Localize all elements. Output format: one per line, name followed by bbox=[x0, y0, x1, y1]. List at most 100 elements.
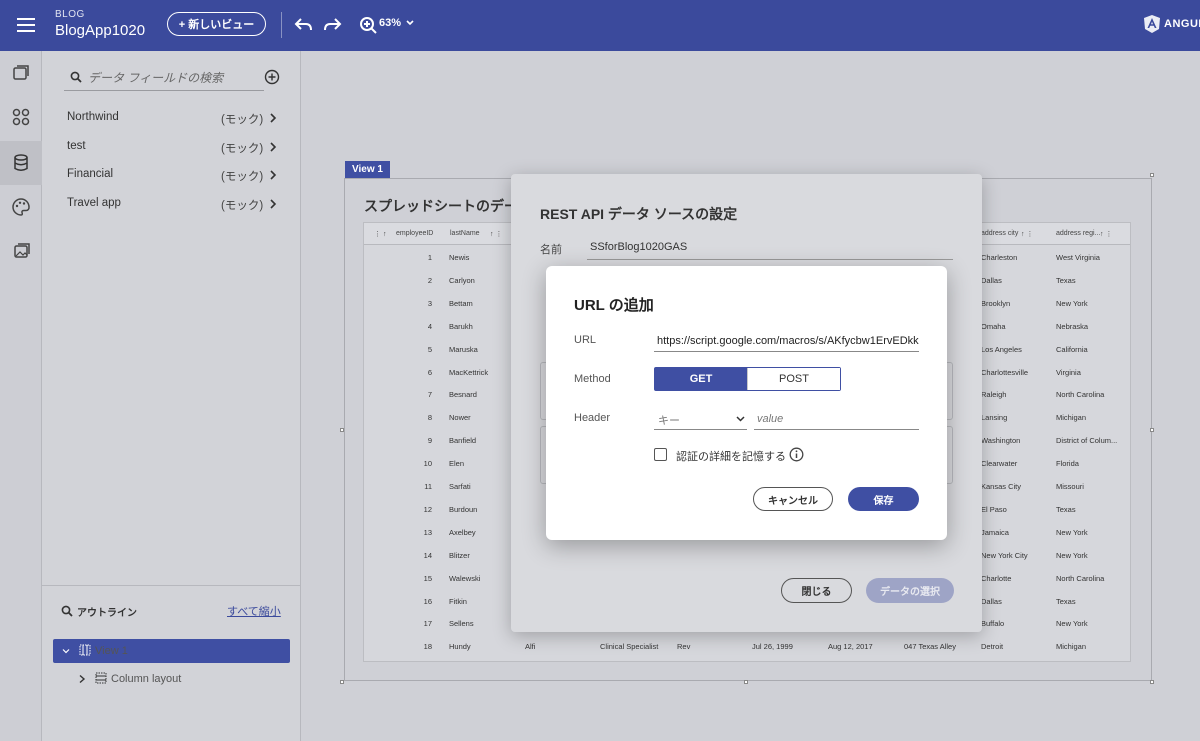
cancel-button[interactable]: キャンセル bbox=[753, 487, 833, 511]
url-label: URL bbox=[574, 334, 597, 346]
menu-icon[interactable] bbox=[17, 14, 35, 36]
column-header[interactable]: lastName bbox=[450, 230, 480, 237]
sort-icon[interactable]: ↑ ⋮ bbox=[1100, 230, 1112, 238]
tree-item-view-1[interactable]: View 1 bbox=[53, 639, 290, 663]
table-cell: 2 bbox=[427, 275, 432, 285]
table-cell: 11 bbox=[424, 482, 432, 491]
data-source-northwind[interactable]: Northwind (モック) bbox=[67, 107, 282, 129]
table-cell: Buffalo bbox=[981, 619, 1005, 629]
search-icon bbox=[61, 605, 73, 617]
data-source-name: Northwind bbox=[67, 111, 119, 123]
table-cell: Charlottesville bbox=[981, 367, 1029, 377]
data-source-financial[interactable]: Financial (モック) bbox=[67, 164, 282, 186]
framework-label: ANGULA bbox=[1164, 18, 1200, 30]
table-cell: Newis bbox=[449, 253, 470, 262]
sort-icon[interactable]: ↑ ⋮ bbox=[490, 230, 502, 238]
resize-handle[interactable] bbox=[1150, 428, 1154, 432]
close-button[interactable]: 閉じる bbox=[781, 578, 852, 603]
table-cell: Nower bbox=[449, 413, 471, 423]
data-source-name: Travel app bbox=[67, 197, 121, 209]
redo-icon[interactable] bbox=[321, 14, 343, 36]
resize-handle[interactable] bbox=[1150, 680, 1154, 684]
chevron-right-icon[interactable] bbox=[78, 674, 86, 684]
method-label: Method bbox=[574, 373, 611, 385]
undo-icon[interactable] bbox=[293, 14, 315, 36]
rail-theme[interactable] bbox=[0, 185, 42, 229]
table-cell: Florida bbox=[1056, 459, 1079, 469]
remember-credentials-checkbox[interactable] bbox=[654, 448, 667, 461]
data-source-test[interactable]: test (モック) bbox=[67, 136, 282, 158]
tree-item-column-layout[interactable]: Column layout bbox=[78, 668, 278, 690]
table-cell: 17 bbox=[423, 619, 432, 629]
chevron-down-icon[interactable] bbox=[405, 18, 415, 28]
add-data-source-icon[interactable] bbox=[264, 69, 280, 85]
table-cell: Maruska bbox=[449, 344, 478, 354]
header-key-select[interactable]: キー bbox=[654, 408, 747, 430]
table-cell: North Carolina bbox=[1056, 573, 1105, 583]
method-get-button[interactable]: GET bbox=[655, 368, 747, 390]
column-layout-icon bbox=[95, 672, 107, 684]
column-header[interactable]: address regi... bbox=[1056, 230, 1100, 237]
table-cell: 1 bbox=[427, 253, 432, 262]
dialog-title: REST API データ ソースの設定 bbox=[540, 206, 738, 222]
column-header[interactable]: address city bbox=[981, 230, 1018, 237]
method-post-button[interactable]: POST bbox=[747, 368, 840, 390]
name-input[interactable]: SSforBlog1020GAS bbox=[590, 241, 687, 253]
table-cell: 12 bbox=[423, 504, 432, 514]
data-source-name: test bbox=[67, 140, 86, 152]
resize-handle[interactable] bbox=[340, 680, 344, 684]
table-cell: Lansing bbox=[981, 413, 1008, 423]
name-input-underline bbox=[587, 259, 953, 260]
view-tag[interactable]: View 1 bbox=[345, 161, 390, 178]
table-cell: 9 bbox=[427, 436, 432, 446]
select-data-button[interactable]: データの選択 bbox=[866, 578, 954, 603]
resize-handle[interactable] bbox=[1150, 173, 1154, 177]
chevron-down-icon bbox=[736, 416, 745, 422]
zoom-icon[interactable] bbox=[357, 14, 379, 36]
table-cell: Jul 26, 1999 bbox=[752, 642, 793, 652]
table-cell: Aug 12, 2017 bbox=[828, 642, 873, 652]
rail-views[interactable] bbox=[0, 51, 42, 95]
table-cell: Texas bbox=[1056, 596, 1076, 606]
name-label: 名前 bbox=[540, 244, 562, 256]
remember-credentials-label[interactable]: 認証の詳細を記憶する bbox=[676, 448, 786, 464]
table-cell: 5 bbox=[427, 344, 432, 354]
chevron-right-icon bbox=[270, 199, 277, 209]
table-cell: 13 bbox=[423, 527, 432, 537]
table-cell: Kansas City bbox=[981, 482, 1022, 491]
resize-handle[interactable] bbox=[744, 680, 748, 684]
data-field-search-input[interactable] bbox=[88, 69, 258, 87]
table-cell: Detroit bbox=[981, 642, 1004, 652]
new-view-button[interactable]: + 新しいビュー bbox=[167, 12, 266, 36]
table-cell: Texas bbox=[1056, 275, 1076, 285]
table-cell: 14 bbox=[423, 550, 432, 560]
data-source-travel-app[interactable]: Travel app (モック) bbox=[67, 193, 282, 215]
table-cell: 7 bbox=[427, 390, 432, 400]
table-cell: Dallas bbox=[981, 275, 1002, 285]
table-row[interactable]: 18 Hundy Detroit Michigan Alfi Clinical Speci… bbox=[364, 635, 1130, 658]
table-cell: 10 bbox=[423, 459, 432, 469]
chevron-down-icon[interactable] bbox=[62, 647, 70, 655]
save-button[interactable]: 保存 bbox=[848, 487, 919, 511]
table-cell: Banfield bbox=[449, 436, 477, 446]
header-value-input[interactable] bbox=[754, 408, 919, 430]
table-cell: Raleigh bbox=[981, 390, 1007, 400]
column-menu-icon[interactable]: ⋮ ↑ bbox=[374, 230, 386, 238]
rail-components[interactable] bbox=[0, 95, 42, 139]
table-cell: Burdoun bbox=[449, 504, 478, 514]
resize-handle[interactable] bbox=[340, 428, 344, 432]
app-kicker: BLOG bbox=[55, 9, 85, 20]
collapse-all-link[interactable]: すべて縮小 bbox=[227, 603, 281, 619]
zoom-level[interactable]: 63% bbox=[379, 17, 401, 29]
search-box bbox=[64, 65, 264, 91]
column-header[interactable]: employeeID bbox=[396, 230, 433, 237]
table-cell: Alfi bbox=[525, 642, 536, 652]
outline-title: アウトライン bbox=[77, 608, 137, 619]
rail-assets[interactable] bbox=[0, 229, 42, 273]
url-input[interactable] bbox=[654, 330, 919, 352]
table-cell: Jamaica bbox=[981, 527, 1009, 537]
sort-icon[interactable]: ↑ ⋮ bbox=[1021, 230, 1033, 238]
rail-data[interactable] bbox=[0, 141, 42, 185]
table-cell: Bettam bbox=[449, 298, 473, 308]
info-icon[interactable] bbox=[789, 447, 804, 462]
